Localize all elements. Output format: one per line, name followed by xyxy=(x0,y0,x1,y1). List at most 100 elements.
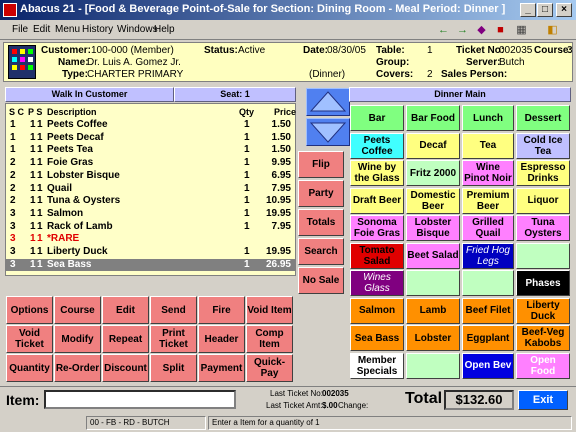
order-row[interactable]: 2 1 1 Foie Gras 1 9.95 xyxy=(6,157,295,169)
menu-item-liquor[interactable]: Liquor xyxy=(516,187,570,214)
menu-item-beef-filet[interactable]: Beef Filet xyxy=(462,297,514,324)
re-order-button[interactable]: Re-Order xyxy=(54,354,101,382)
no-sale-button[interactable]: No Sale xyxy=(298,267,344,294)
menu-item-lobster-bisque[interactable]: Lobster Bisque xyxy=(406,215,460,241)
menu-item-cold-ice-tea[interactable]: Cold Ice Tea xyxy=(516,132,570,159)
menu-item-salmon[interactable]: Salmon xyxy=(350,297,404,324)
exit-door-icon[interactable]: ◧ xyxy=(545,23,560,37)
menu-item-beet-salad[interactable]: Beet Salad xyxy=(406,242,460,269)
repeat-button[interactable]: Repeat xyxy=(102,325,149,353)
edit-button[interactable]: Edit xyxy=(102,296,149,324)
payment-button[interactable]: Payment xyxy=(198,354,245,382)
menu-menu[interactable]: Menu xyxy=(55,24,80,35)
menu-item-lamb[interactable]: Lamb xyxy=(406,297,460,324)
fire-button[interactable]: Fire xyxy=(198,296,245,324)
order-row[interactable]: 3 1 1 Rack of Lamb 1 7.95 xyxy=(6,221,295,233)
order-row[interactable]: 3 1 1 Salmon 1 19.95 xyxy=(6,208,295,220)
menu-item-dessert[interactable]: Dessert xyxy=(516,105,570,131)
menu-item-empty[interactable] xyxy=(406,270,460,296)
menu-item-empty[interactable] xyxy=(516,242,570,269)
totals-button[interactable]: Totals xyxy=(298,209,344,236)
close-button[interactable]: × xyxy=(556,3,572,17)
search-button[interactable]: Search xyxy=(298,238,344,265)
menu-item-phases[interactable]: Phases xyxy=(516,270,570,296)
menu-item-beef-veg-kabobs[interactable]: Beef-Veg Kabobs xyxy=(516,325,570,351)
send-button[interactable]: Send xyxy=(150,296,197,324)
title-bar: Abacus 21 - [Food & Beverage Point-of-Sa… xyxy=(0,0,576,20)
order-row[interactable]: 3 11 *RARE xyxy=(6,233,295,245)
item-input[interactable] xyxy=(44,390,236,409)
order-row[interactable]: 3 1 1 Sea Bass 1 26.95 xyxy=(6,258,295,271)
menu-help[interactable]: Help xyxy=(154,24,175,35)
course-button[interactable]: Course xyxy=(54,296,101,324)
maximize-button[interactable]: □ xyxy=(537,3,553,17)
modify-button[interactable]: Modify xyxy=(54,325,101,353)
quantity-button[interactable]: Quantity xyxy=(6,354,53,382)
menu-item-lunch[interactable]: Lunch xyxy=(462,105,514,131)
seat-header[interactable]: Seat: 1 xyxy=(174,87,296,102)
menu-item-tuna-oysters[interactable]: Tuna Oysters xyxy=(516,215,570,241)
minimize-button[interactable]: _ xyxy=(520,3,536,17)
order-row[interactable]: 2 1 1 Tuna & Oysters 1 10.95 xyxy=(6,195,295,207)
void-item-button[interactable]: Void Item xyxy=(246,296,293,324)
menu-item-liberty-duck[interactable]: Liberty Duck xyxy=(516,297,570,324)
menu-item-empty[interactable] xyxy=(406,352,460,379)
menu-item-premium-beer[interactable]: Premium Beer xyxy=(462,187,514,214)
customer-value: 100-000 (Member) xyxy=(91,45,174,56)
menu-item-bar[interactable]: Bar xyxy=(350,105,404,131)
gem-icon[interactable]: ◆ xyxy=(474,23,489,37)
menu-item-open-bev[interactable]: Open Bev xyxy=(462,352,514,379)
menu-item-peets-coffee[interactable]: Peets Coffee xyxy=(350,132,404,159)
discount-button[interactable]: Discount xyxy=(102,354,149,382)
order-row[interactable]: 1 1 1 Peets Decaf 1 1.50 xyxy=(6,132,295,144)
menu-item-sonoma-foie-gras[interactable]: Sonoma Foie Gras xyxy=(350,215,404,241)
menu-item-espresso-drinks[interactable]: Espresso Drinks xyxy=(516,160,570,186)
menu-item-bar-food[interactable]: Bar Food xyxy=(406,105,460,131)
split-button[interactable]: Split xyxy=(150,354,197,382)
options-button[interactable]: Options xyxy=(6,296,53,324)
void-ticket-button[interactable]: Void Ticket xyxy=(6,325,53,353)
party-button[interactable]: Party xyxy=(298,180,344,207)
order-row[interactable]: 2 1 1 Lobster Bisque 1 6.95 xyxy=(6,170,295,182)
order-item-list[interactable]: S C P S Description Qty Price 1 1 1 Peets C… xyxy=(5,103,296,276)
menu-item-member-specials[interactable]: Member Specials xyxy=(350,352,404,379)
menu-item-empty[interactable] xyxy=(462,270,514,296)
quick-pay-button[interactable]: Quick-Pay xyxy=(246,354,293,382)
menu-item-wines-glass[interactable]: Wines Glass xyxy=(350,270,404,296)
menu-item-lobster[interactable]: Lobster xyxy=(406,325,460,351)
menu-item-tea[interactable]: Tea xyxy=(462,132,514,159)
scroll-down-button[interactable] xyxy=(306,118,350,146)
header-button[interactable]: Header xyxy=(198,325,245,353)
book-icon[interactable]: ■ xyxy=(493,23,508,37)
back-arrow-icon[interactable]: ← xyxy=(436,23,451,37)
menu-item-open-food[interactable]: Open Food xyxy=(516,352,570,379)
menu-item-domestic-beer[interactable]: Domestic Beer xyxy=(406,187,460,214)
calculator-icon[interactable]: ▦ xyxy=(514,23,529,37)
comp-item-button[interactable]: Comp Item xyxy=(246,325,293,353)
menu-item-sea-bass[interactable]: Sea Bass xyxy=(350,325,404,351)
scroll-up-button[interactable] xyxy=(306,88,350,116)
menu-item-fritz-2000[interactable]: Fritz 2000 xyxy=(406,160,460,186)
menu-file[interactable]: File xyxy=(12,24,28,35)
order-row[interactable]: 2 1 1 Quail 1 7.95 xyxy=(6,183,295,195)
menu-item-tomato-salad[interactable]: Tomato Salad xyxy=(350,242,404,269)
menu-item-draft-beer[interactable]: Draft Beer xyxy=(350,187,404,214)
menu-windows[interactable]: Windows xyxy=(117,24,158,35)
menu-edit[interactable]: Edit xyxy=(33,24,50,35)
menu-item-wine-by-the-glass[interactable]: Wine by the Glass xyxy=(350,160,404,186)
menu-history[interactable]: History xyxy=(82,24,113,35)
order-row[interactable]: 1 1 1 Peets Coffee 1 1.50 xyxy=(6,119,295,131)
forward-arrow-icon[interactable]: → xyxy=(455,23,470,37)
walkin-customer-header[interactable]: Walk In Customer xyxy=(5,87,174,102)
menu-item-decaf[interactable]: Decaf xyxy=(406,132,460,159)
exit-button[interactable]: Exit xyxy=(518,390,568,410)
menu-item-eggplant[interactable]: Eggplant xyxy=(462,325,514,351)
print-ticket-button[interactable]: Print Ticket xyxy=(150,325,197,353)
flip-button[interactable]: Flip xyxy=(298,151,344,178)
col-header-qty: Qty xyxy=(239,107,255,117)
menu-item-wine-pinot-noir[interactable]: Wine Pinot Noir xyxy=(462,160,514,186)
order-row[interactable]: 1 1 1 Peets Tea 1 1.50 xyxy=(6,144,295,156)
order-row[interactable]: 3 1 1 Liberty Duck 1 19.95 xyxy=(6,246,295,258)
menu-item-fried-hog-legs[interactable]: Fried Hog Legs xyxy=(462,242,514,269)
menu-item-grilled-quail[interactable]: Grilled Quail xyxy=(462,215,514,241)
